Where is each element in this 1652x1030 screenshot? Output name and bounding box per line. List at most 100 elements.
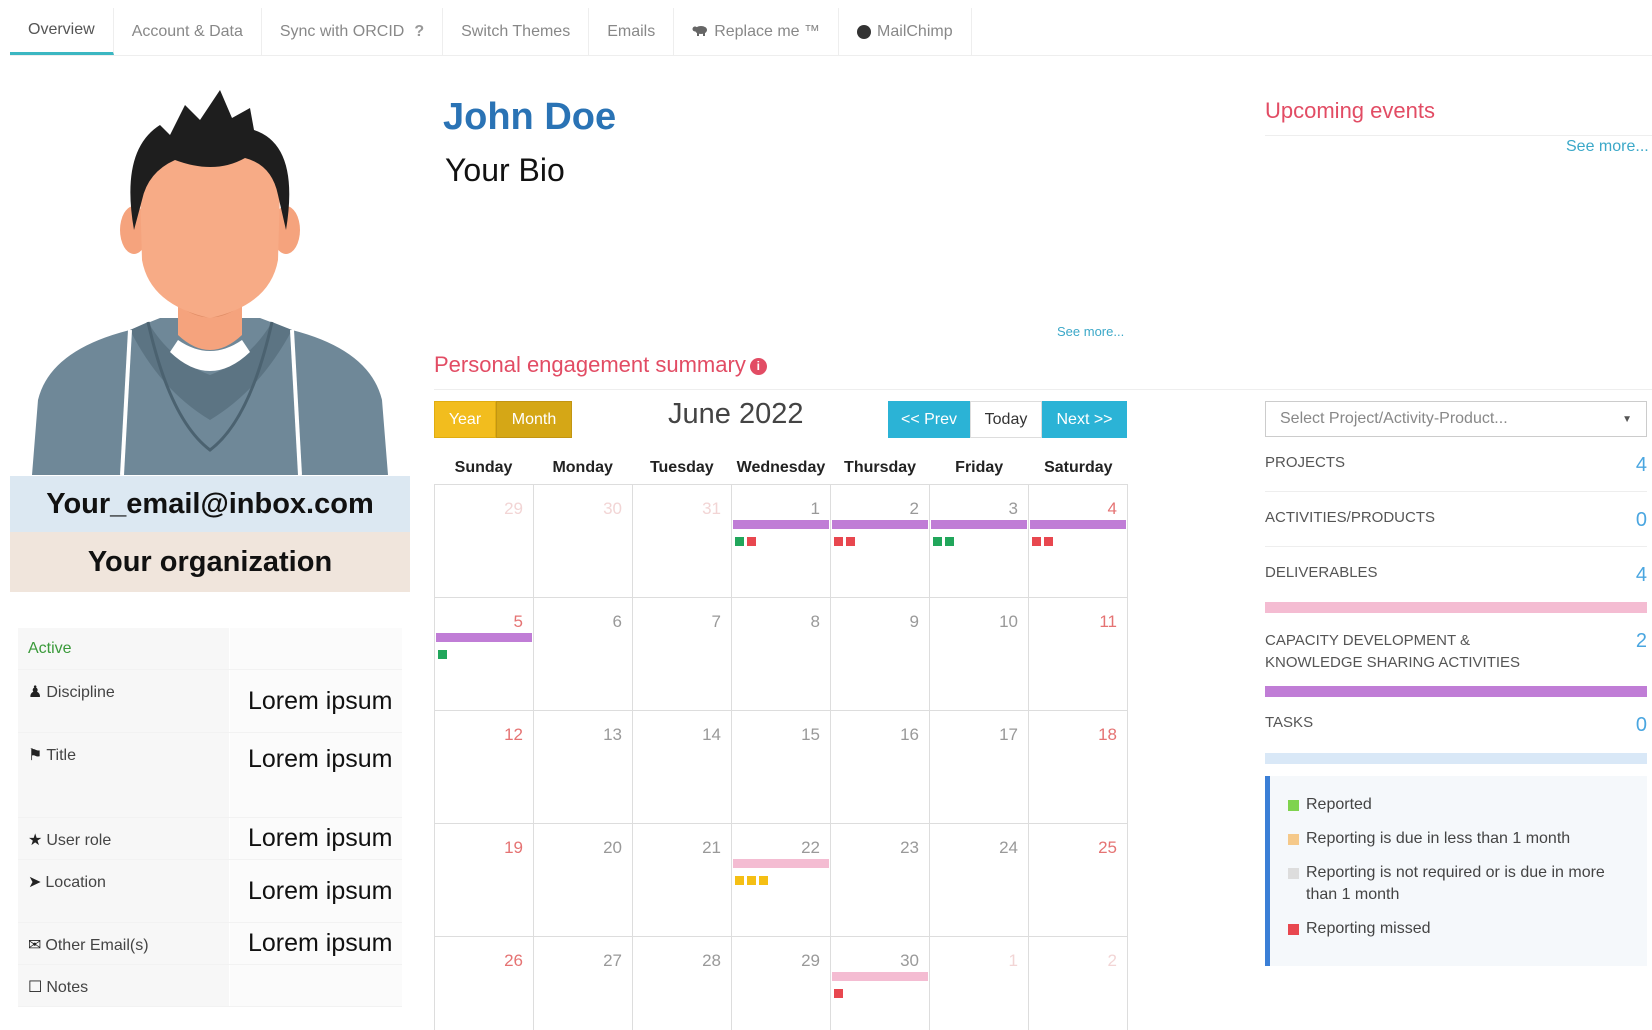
- calendar-day-cell[interactable]: 29: [732, 937, 831, 1030]
- calendar-day-number: 3: [1008, 499, 1018, 518]
- year-view-button[interactable]: Year: [434, 401, 496, 438]
- calendar-day-cell[interactable]: 6: [534, 598, 633, 711]
- tab-replace-me[interactable]: Replace me ™: [674, 8, 840, 55]
- calendar-day-cell[interactable]: 5: [435, 598, 534, 711]
- status-marker[interactable]: [846, 537, 855, 546]
- tab-label: Account & Data: [131, 22, 243, 40]
- status-marker[interactable]: [945, 537, 954, 546]
- project-select[interactable]: Select Project/Activity-Product... ▼: [1265, 401, 1647, 437]
- event-bar[interactable]: [832, 520, 928, 529]
- bio-see-more-link[interactable]: See more...: [1057, 324, 1124, 339]
- calendar-day-number: 24: [999, 838, 1018, 857]
- calendar-day-cell[interactable]: 20: [534, 824, 633, 937]
- event-bar[interactable]: [832, 972, 928, 981]
- calendar-day-cell[interactable]: 1: [732, 485, 831, 598]
- status-marker[interactable]: [747, 876, 756, 885]
- calendar-day-number: 4: [1107, 499, 1117, 518]
- calendar-day-number: 18: [1098, 725, 1117, 744]
- stat-label: DELIVERABLES: [1265, 564, 1378, 581]
- status-marker[interactable]: [1044, 537, 1053, 546]
- stat-tasks[interactable]: TASKS 0: [1265, 714, 1647, 737]
- stat-projects[interactable]: PROJECTS 4: [1265, 454, 1647, 477]
- weekday-label: Saturday: [1044, 459, 1113, 476]
- calendar-day-cell[interactable]: 11: [1029, 598, 1128, 711]
- calendar-day-cell[interactable]: 9: [831, 598, 930, 711]
- status-marker[interactable]: [834, 537, 843, 546]
- calendar-day-cell[interactable]: 26: [435, 937, 534, 1030]
- calendar-day-cell[interactable]: 30: [831, 937, 930, 1030]
- event-bar[interactable]: [1030, 520, 1126, 529]
- status-marker[interactable]: [933, 537, 942, 546]
- calendar-day-cell[interactable]: 25: [1029, 824, 1128, 937]
- tab-account-data[interactable]: Account & Data: [114, 8, 262, 55]
- calendar-day-cell[interactable]: 13: [534, 711, 633, 824]
- tab-sync-orcid[interactable]: Sync with ORCID?: [262, 8, 444, 55]
- calendar-day-number: 2: [909, 499, 919, 518]
- engagement-title: Personal engagement summary i: [434, 352, 767, 378]
- event-bar[interactable]: [733, 520, 829, 529]
- calendar-day-cell[interactable]: 7: [633, 598, 732, 711]
- tab-switch-themes[interactable]: Switch Themes: [443, 8, 590, 55]
- calendar-day-cell[interactable]: 18: [1029, 711, 1128, 824]
- calendar-day-cell[interactable]: 15: [732, 711, 831, 824]
- calendar-day-cell[interactable]: 10: [930, 598, 1029, 711]
- calendar-day-cell[interactable]: 22: [732, 824, 831, 937]
- legend: Reported Reporting is due in less than 1…: [1265, 776, 1647, 966]
- status-marker[interactable]: [759, 876, 768, 885]
- calendar-day-cell[interactable]: 2: [831, 485, 930, 598]
- info-label-cell: ✉ Other Email(s): [18, 923, 230, 964]
- event-bar[interactable]: [931, 520, 1027, 529]
- calendar-day-cell[interactable]: 3: [930, 485, 1029, 598]
- select-placeholder: Select Project/Activity-Product...: [1280, 410, 1508, 427]
- calendar-day-cell[interactable]: 29: [435, 485, 534, 598]
- status-marker[interactable]: [735, 876, 744, 885]
- stat-count: 2: [1635, 630, 1647, 652]
- info-icon[interactable]: i: [749, 358, 767, 375]
- status-marker[interactable]: [438, 650, 447, 659]
- stat-deliverables[interactable]: DELIVERABLES 4: [1265, 564, 1647, 587]
- calendar-day-cell[interactable]: 17: [930, 711, 1029, 824]
- month-view-button[interactable]: Month: [496, 401, 572, 438]
- calendar-day-number: 16: [900, 725, 919, 744]
- next-button[interactable]: Next >>: [1042, 401, 1127, 438]
- event-bar[interactable]: [436, 633, 532, 642]
- calendar-day-cell[interactable]: 1: [930, 937, 1029, 1030]
- info-label-cell: ☐ Notes: [18, 965, 230, 1006]
- tab-mailchimp[interactable]: MailChimp: [839, 8, 972, 55]
- calendar-day-cell[interactable]: 16: [831, 711, 930, 824]
- stat-capacity-development[interactable]: CAPACITY DEVELOPMENT & KNOWLEDGE SHARING…: [1265, 630, 1647, 674]
- calendar-day-cell[interactable]: 23: [831, 824, 930, 937]
- calendar-day-cell[interactable]: 14: [633, 711, 732, 824]
- calendar-day-cell[interactable]: 28: [633, 937, 732, 1030]
- calendar-day-cell[interactable]: 2: [1029, 937, 1128, 1030]
- event-bar[interactable]: [733, 859, 829, 868]
- calendar-day-cell[interactable]: 8: [732, 598, 831, 711]
- status-marker[interactable]: [1032, 537, 1041, 546]
- stat-label: PROJECTS: [1265, 454, 1346, 471]
- cow-icon: [692, 24, 710, 39]
- calendar-day-cell[interactable]: 12: [435, 711, 534, 824]
- upcoming-events-title: Upcoming events: [1265, 98, 1435, 123]
- calendar-day-number: 9: [909, 612, 919, 631]
- calendar-day-number: 15: [801, 725, 820, 744]
- calendar-day-number: 20: [603, 838, 622, 857]
- calendar-day-cell[interactable]: 31: [633, 485, 732, 598]
- calendar-day-number: 29: [801, 951, 820, 970]
- calendar-day-cell[interactable]: 30: [534, 485, 633, 598]
- prev-button[interactable]: << Prev: [888, 401, 970, 438]
- status-marker[interactable]: [747, 537, 756, 546]
- stat-activities-products[interactable]: ACTIVITIES/PRODUCTS 0: [1265, 509, 1647, 532]
- calendar-day-cell[interactable]: 4: [1029, 485, 1128, 598]
- tab-bar: Overview Account & Data Sync with ORCID?…: [10, 8, 1652, 56]
- calendar-day-cell[interactable]: 24: [930, 824, 1029, 937]
- calendar-day-cell[interactable]: 19: [435, 824, 534, 937]
- calendar-day-cell[interactable]: 21: [633, 824, 732, 937]
- calendar-day-cell[interactable]: 27: [534, 937, 633, 1030]
- today-button[interactable]: Today: [970, 401, 1042, 438]
- tab-overview[interactable]: Overview: [10, 8, 114, 55]
- info-value: [230, 628, 402, 669]
- status-marker[interactable]: [834, 989, 843, 998]
- upcoming-see-more-link[interactable]: See more...: [1566, 138, 1649, 156]
- status-marker[interactable]: [735, 537, 744, 546]
- tab-emails[interactable]: Emails: [589, 8, 675, 55]
